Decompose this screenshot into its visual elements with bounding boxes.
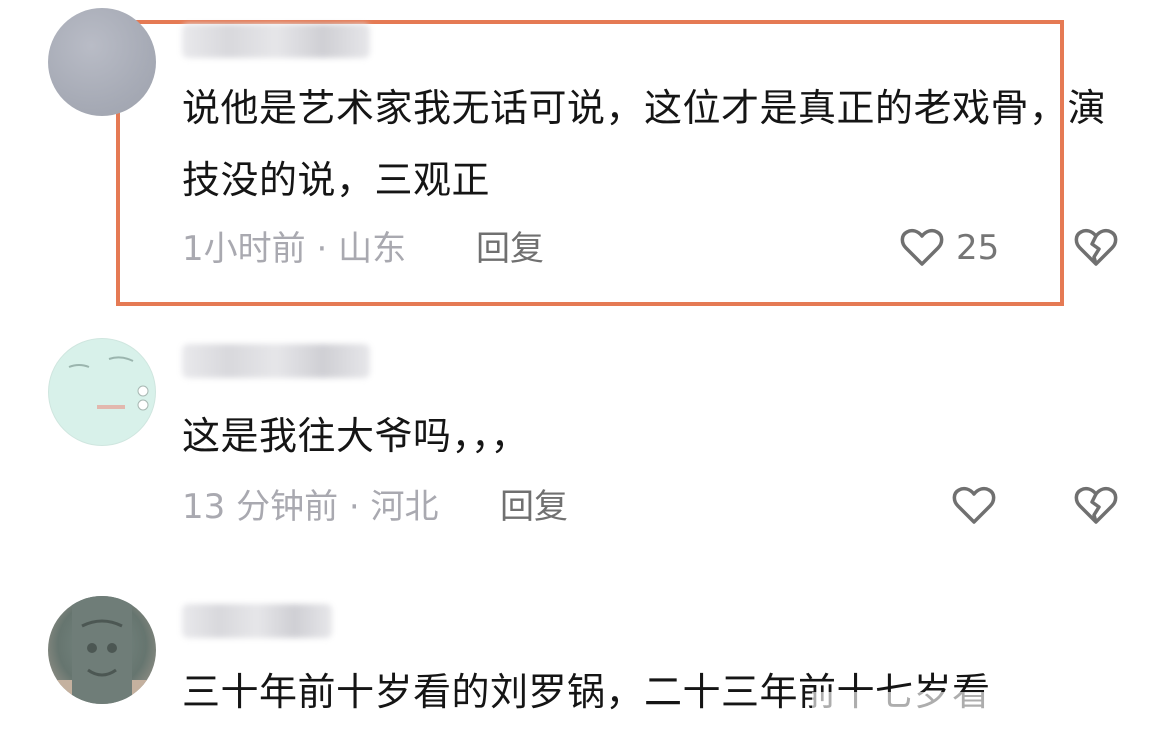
username-blurred	[182, 24, 370, 58]
dislike-button[interactable]	[1072, 224, 1120, 272]
comment-location: 河北	[370, 487, 439, 527]
broken-heart-icon	[1074, 228, 1118, 266]
comment-text: 这是我往大爷吗，，，	[182, 414, 530, 458]
comment-text: 说他是艺术家我无话可说，这位才是真正的老戏骨，演技没的说，三观正	[182, 86, 1107, 202]
broken-heart-icon	[1074, 486, 1118, 524]
avatar[interactable]	[48, 596, 156, 704]
heart-outline-icon	[952, 486, 996, 524]
heart-outline-icon	[900, 228, 944, 266]
comment-time: 13 分钟前	[182, 487, 339, 527]
avatar[interactable]	[48, 8, 156, 116]
username-blurred	[182, 344, 370, 378]
reply-button[interactable]: 回复	[476, 228, 544, 270]
avatar[interactable]	[48, 338, 156, 446]
username-blurred	[182, 604, 332, 638]
stone-pillar-thumbnail	[48, 596, 156, 704]
like-button[interactable]: 25	[898, 224, 999, 272]
comment-meta: 13 分钟前 · 河北	[182, 486, 439, 528]
comment-location: 山东	[338, 229, 407, 269]
comment-time: 1小时前	[182, 229, 306, 269]
like-count: 25	[956, 228, 1000, 268]
like-button[interactable]	[950, 482, 998, 530]
meta-separator: ·	[348, 487, 371, 527]
map-thumbnail	[68, 356, 149, 411]
reply-button[interactable]: 回复	[500, 486, 568, 528]
comment-meta: 1小时前 · 山东	[182, 228, 406, 270]
watermark	[812, 692, 1112, 722]
dislike-button[interactable]	[1072, 482, 1120, 530]
meta-separator: ·	[316, 229, 339, 269]
